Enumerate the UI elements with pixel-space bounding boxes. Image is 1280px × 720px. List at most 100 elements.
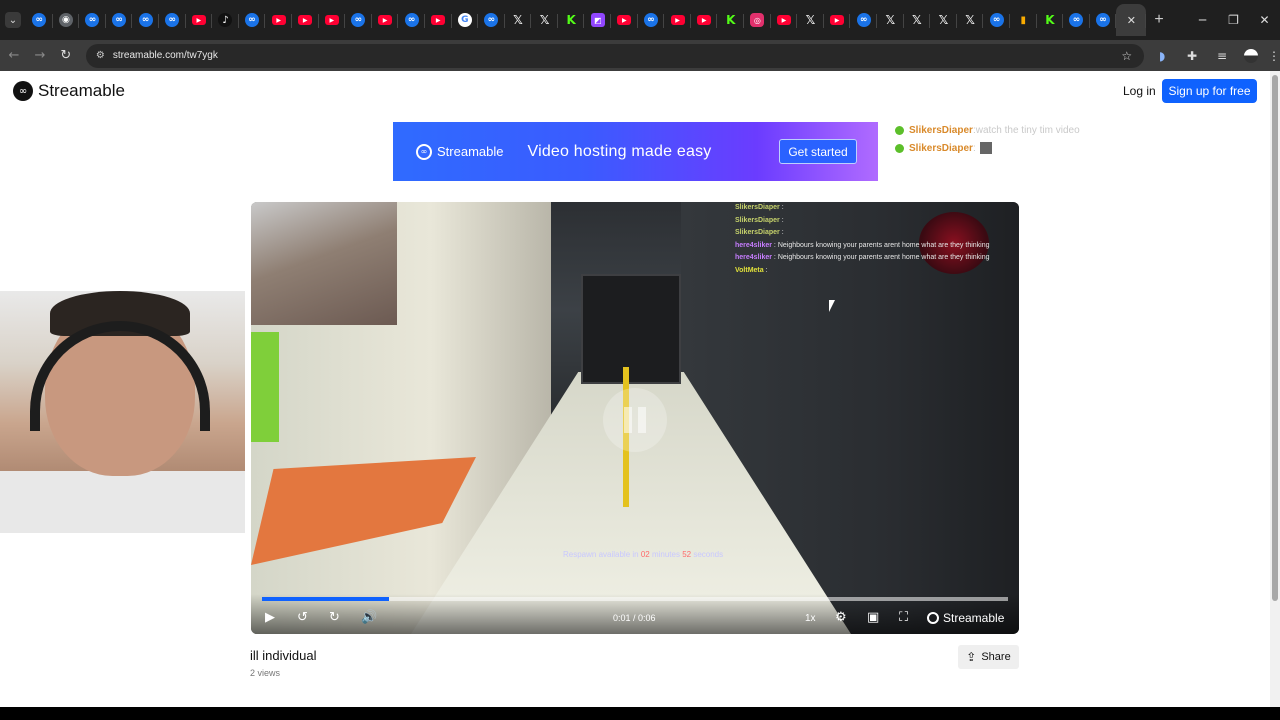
fast-forward-icon[interactable]: ↻: [329, 610, 340, 625]
progress-bar[interactable]: [262, 597, 1008, 601]
browser-tab[interactable]: ▶: [319, 4, 346, 36]
streamable-logo[interactable]: ∞ Streamable: [13, 81, 125, 101]
browser-tab[interactable]: ▶: [611, 4, 638, 36]
in-video-chat-line: SlikersDiaper :: [735, 215, 1005, 228]
browser-tab[interactable]: 𝕏: [531, 4, 558, 36]
play-icon[interactable]: ▶: [265, 610, 275, 625]
restore-icon[interactable]: ❐: [1218, 0, 1249, 40]
x-icon: 𝕏: [513, 13, 523, 27]
fullscreen-icon[interactable]: ⛶: [899, 610, 908, 625]
browser-menu-icon[interactable]: ⋮: [1268, 49, 1280, 63]
browser-tab[interactable]: ∞: [106, 4, 133, 36]
extensions-puzzle-icon[interactable]: ✚: [1180, 44, 1204, 68]
page-scrollbar[interactable]: [1270, 71, 1280, 707]
login-link[interactable]: Log in: [1123, 84, 1156, 98]
get-started-button[interactable]: Get started: [779, 139, 857, 164]
new-tab-button[interactable]: +: [1154, 11, 1163, 29]
center-pause-icon[interactable]: [603, 388, 667, 452]
youtube-icon: ▶: [324, 15, 339, 25]
browser-tab[interactable]: ∞: [79, 4, 106, 36]
browser-tab[interactable]: G: [452, 4, 479, 36]
browser-tab[interactable]: ▶: [664, 4, 691, 36]
profile-avatar[interactable]: [1243, 48, 1258, 63]
browser-tab[interactable]: ▶: [186, 4, 213, 36]
browser-tab[interactable]: K: [1037, 4, 1064, 36]
video-player[interactable]: SlikersDiaper : SlikersDiaper : SlikersD…: [251, 202, 1019, 634]
browser-tab[interactable]: ◉: [53, 4, 80, 36]
browser-tab[interactable]: ◩: [584, 4, 611, 36]
forward-icon[interactable]: →: [28, 44, 52, 68]
bookmark-star-icon[interactable]: ☆: [1121, 49, 1132, 63]
browser-tab[interactable]: ▶: [824, 4, 851, 36]
back-icon[interactable]: ←: [2, 44, 26, 68]
browser-tab[interactable]: ∞: [1063, 4, 1090, 36]
browser-tab[interactable]: 𝕏: [797, 4, 824, 36]
browser-tab[interactable]: ∞: [638, 4, 665, 36]
youtube-icon: ▶: [830, 15, 845, 25]
share-button[interactable]: ⇪ Share: [958, 645, 1019, 669]
chat-line: SlikersDiaper :: [895, 139, 1155, 157]
window-controls: ─ ❐ ✕: [1187, 0, 1280, 40]
browser-tab[interactable]: ∞: [850, 4, 877, 36]
browser-tab[interactable]: ▮: [1010, 4, 1037, 36]
x-icon: 𝕏: [885, 13, 896, 27]
ad-logo-icon: ∞: [416, 143, 432, 160]
chat-badge-icon: [895, 125, 904, 135]
browser-tab[interactable]: 𝕏: [505, 4, 532, 36]
player-brand[interactable]: Streamable: [927, 611, 1004, 625]
reload-icon[interactable]: ↻: [54, 44, 78, 68]
minimize-icon[interactable]: ─: [1187, 0, 1218, 40]
active-tab[interactable]: ✕: [1116, 4, 1147, 36]
browser-tab[interactable]: ∞: [26, 4, 53, 36]
settings-gear-icon[interactable]: ⚙: [835, 610, 847, 625]
browser-tab[interactable]: ∞: [345, 4, 372, 36]
browser-tab[interactable]: 𝕏: [904, 4, 931, 36]
rewind-icon[interactable]: ↺: [297, 610, 308, 625]
ad-banner[interactable]: ∞ Streamable Video hosting made easy Get…: [393, 122, 878, 181]
browser-tab[interactable]: ∞: [398, 4, 425, 36]
x-icon: 𝕏: [805, 13, 816, 27]
playback-speed[interactable]: 1x: [805, 613, 816, 624]
youtube-icon: ▶: [191, 15, 206, 25]
site-info-icon[interactable]: ⚙: [96, 50, 105, 61]
extension-icon[interactable]: ◗: [1150, 44, 1174, 68]
scrollbar-thumb[interactable]: [1272, 75, 1278, 601]
close-window-icon[interactable]: ✕: [1249, 0, 1280, 40]
browser-tab[interactable]: ♪: [212, 4, 239, 36]
browser-tab[interactable]: K: [558, 4, 585, 36]
timecode: 0:01 / 0:06: [613, 613, 656, 623]
close-tab-icon[interactable]: ✕: [1127, 14, 1136, 27]
browser-tab[interactable]: ∞: [478, 4, 505, 36]
browser-tab[interactable]: ▶: [771, 4, 798, 36]
browser-tab[interactable]: ∞: [983, 4, 1010, 36]
browser-tab[interactable]: ▶: [292, 4, 319, 36]
tab-search-button[interactable]: ⌄: [5, 12, 21, 28]
browser-tab[interactable]: ∞: [1090, 4, 1117, 36]
browser-tab[interactable]: 𝕏: [877, 4, 904, 36]
volume-icon[interactable]: 🔊: [361, 610, 377, 625]
browser-tab[interactable]: 𝕏: [957, 4, 984, 36]
browser-tab[interactable]: ∞: [159, 4, 186, 36]
browser-tab[interactable]: 𝕏: [930, 4, 957, 36]
view-count: 2 views: [250, 668, 281, 678]
in-video-chat-username: here4sliker: [735, 254, 772, 261]
media-control-icon[interactable]: ≡: [1210, 44, 1234, 68]
chat-username: SlikersDiaper: [909, 142, 973, 154]
browser-tab[interactable]: ▶: [691, 4, 718, 36]
ad-logo: ∞ Streamable: [416, 143, 503, 160]
browser-tab[interactable]: ▶: [265, 4, 292, 36]
signup-button[interactable]: Sign up for free: [1162, 79, 1257, 103]
address-bar[interactable]: ⚙ streamable.com/tw7ygk ☆: [85, 43, 1145, 68]
picture-in-picture-icon[interactable]: ▣: [867, 610, 879, 625]
browser-tab[interactable]: ◎: [744, 4, 771, 36]
streamable-icon: ∞: [404, 13, 419, 27]
browser-toolbar: ← → ↻ ⚙ streamable.com/tw7ygk ☆ ◗ ✚ ≡ ⋮: [0, 40, 1280, 71]
browser-tab[interactable]: ▶: [425, 4, 452, 36]
chat-line: SlikersDiaper : watch the tiny tim video: [895, 121, 1155, 139]
respawn-text: Respawn available in 02 minutes 52 secon…: [563, 550, 724, 559]
browser-tab[interactable]: ∞: [132, 4, 159, 36]
browser-tab[interactable]: K: [717, 4, 744, 36]
browser-tab[interactable]: ▶: [372, 4, 399, 36]
browser-tab[interactable]: ∞: [239, 4, 266, 36]
streamable-brand-icon: [927, 612, 939, 624]
